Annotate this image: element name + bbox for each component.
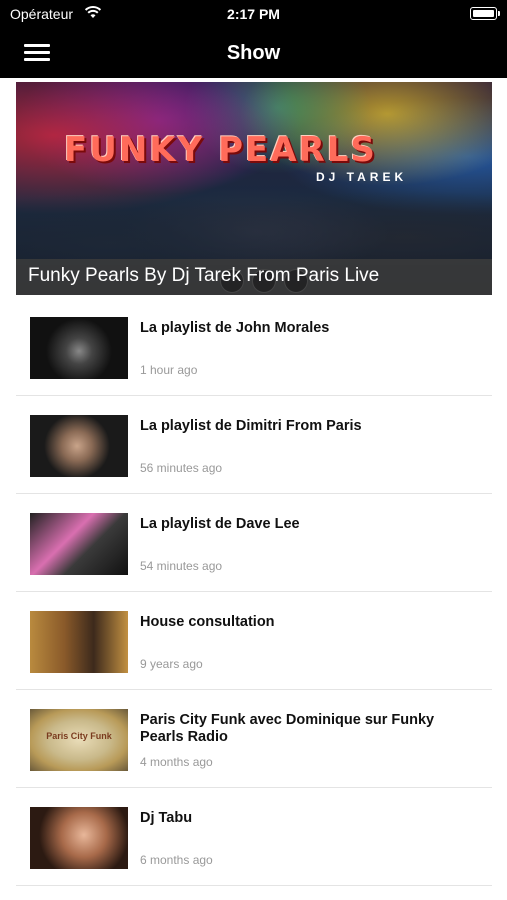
thumbnail-logo-text: Paris City Funk — [46, 731, 112, 741]
banner-caption: Funky Pearls By Dj Tarek From Paris Live — [28, 265, 380, 286]
battery-icon — [470, 7, 500, 20]
episode-title: Dj Tabu — [140, 810, 193, 826]
banner-background-image — [16, 155, 492, 265]
list-item[interactable]: La playlist de John Morales 1 hour ago — [16, 298, 492, 396]
episode-list: La playlist de John Morales 1 hour ago L… — [16, 298, 492, 886]
episode-title: La playlist de Dave Lee — [140, 516, 300, 532]
list-item[interactable]: La playlist de Dave Lee 54 minutes ago — [16, 494, 492, 592]
episode-time: 54 minutes ago — [140, 559, 223, 573]
episode-thumbnail: Paris City Funk — [30, 709, 128, 771]
episode-time: 1 hour ago — [140, 363, 198, 377]
list-item[interactable]: Paris City Funk Paris City Funk avec Dom… — [16, 690, 492, 788]
episode-title: La playlist de John Morales — [140, 320, 330, 336]
episode-thumbnail — [30, 415, 128, 477]
episode-thumbnail — [30, 513, 128, 575]
episode-thumbnail — [30, 611, 128, 673]
list-item[interactable]: Dj Tabu 6 months ago — [16, 788, 492, 886]
episode-time: 56 minutes ago — [140, 461, 223, 475]
navigation-bar: Show — [0, 30, 507, 78]
episode-thumbnail — [30, 807, 128, 869]
clock: 2:17 PM — [227, 6, 280, 22]
featured-show-banner[interactable]: FUNKY PEARLS DJ TAREK Funky Pearls By Dj… — [16, 82, 492, 295]
episode-time: 9 years ago — [140, 657, 203, 671]
episode-title: House consultation — [140, 614, 275, 630]
status-bar: Opérateur 2:17 PM — [0, 0, 507, 30]
episode-time: 4 months ago — [140, 755, 213, 769]
list-item[interactable]: House consultation 9 years ago — [16, 592, 492, 690]
content-area: FUNKY PEARLS DJ TAREK Funky Pearls By Dj… — [0, 78, 507, 900]
episode-title: La playlist de Dimitri From Paris — [140, 418, 362, 434]
page-title: Show — [226, 42, 281, 64]
episode-title: Paris City Funk avec Dominique sur Funky… — [140, 712, 435, 745]
episode-thumbnail — [30, 317, 128, 379]
banner-logo-text: FUNKY PEARLS — [64, 130, 377, 170]
banner-logo-subtitle: DJ TAREK — [316, 170, 408, 184]
episode-time: 6 months ago — [140, 853, 213, 867]
list-item[interactable]: La playlist de Dimitri From Paris 56 min… — [16, 396, 492, 494]
